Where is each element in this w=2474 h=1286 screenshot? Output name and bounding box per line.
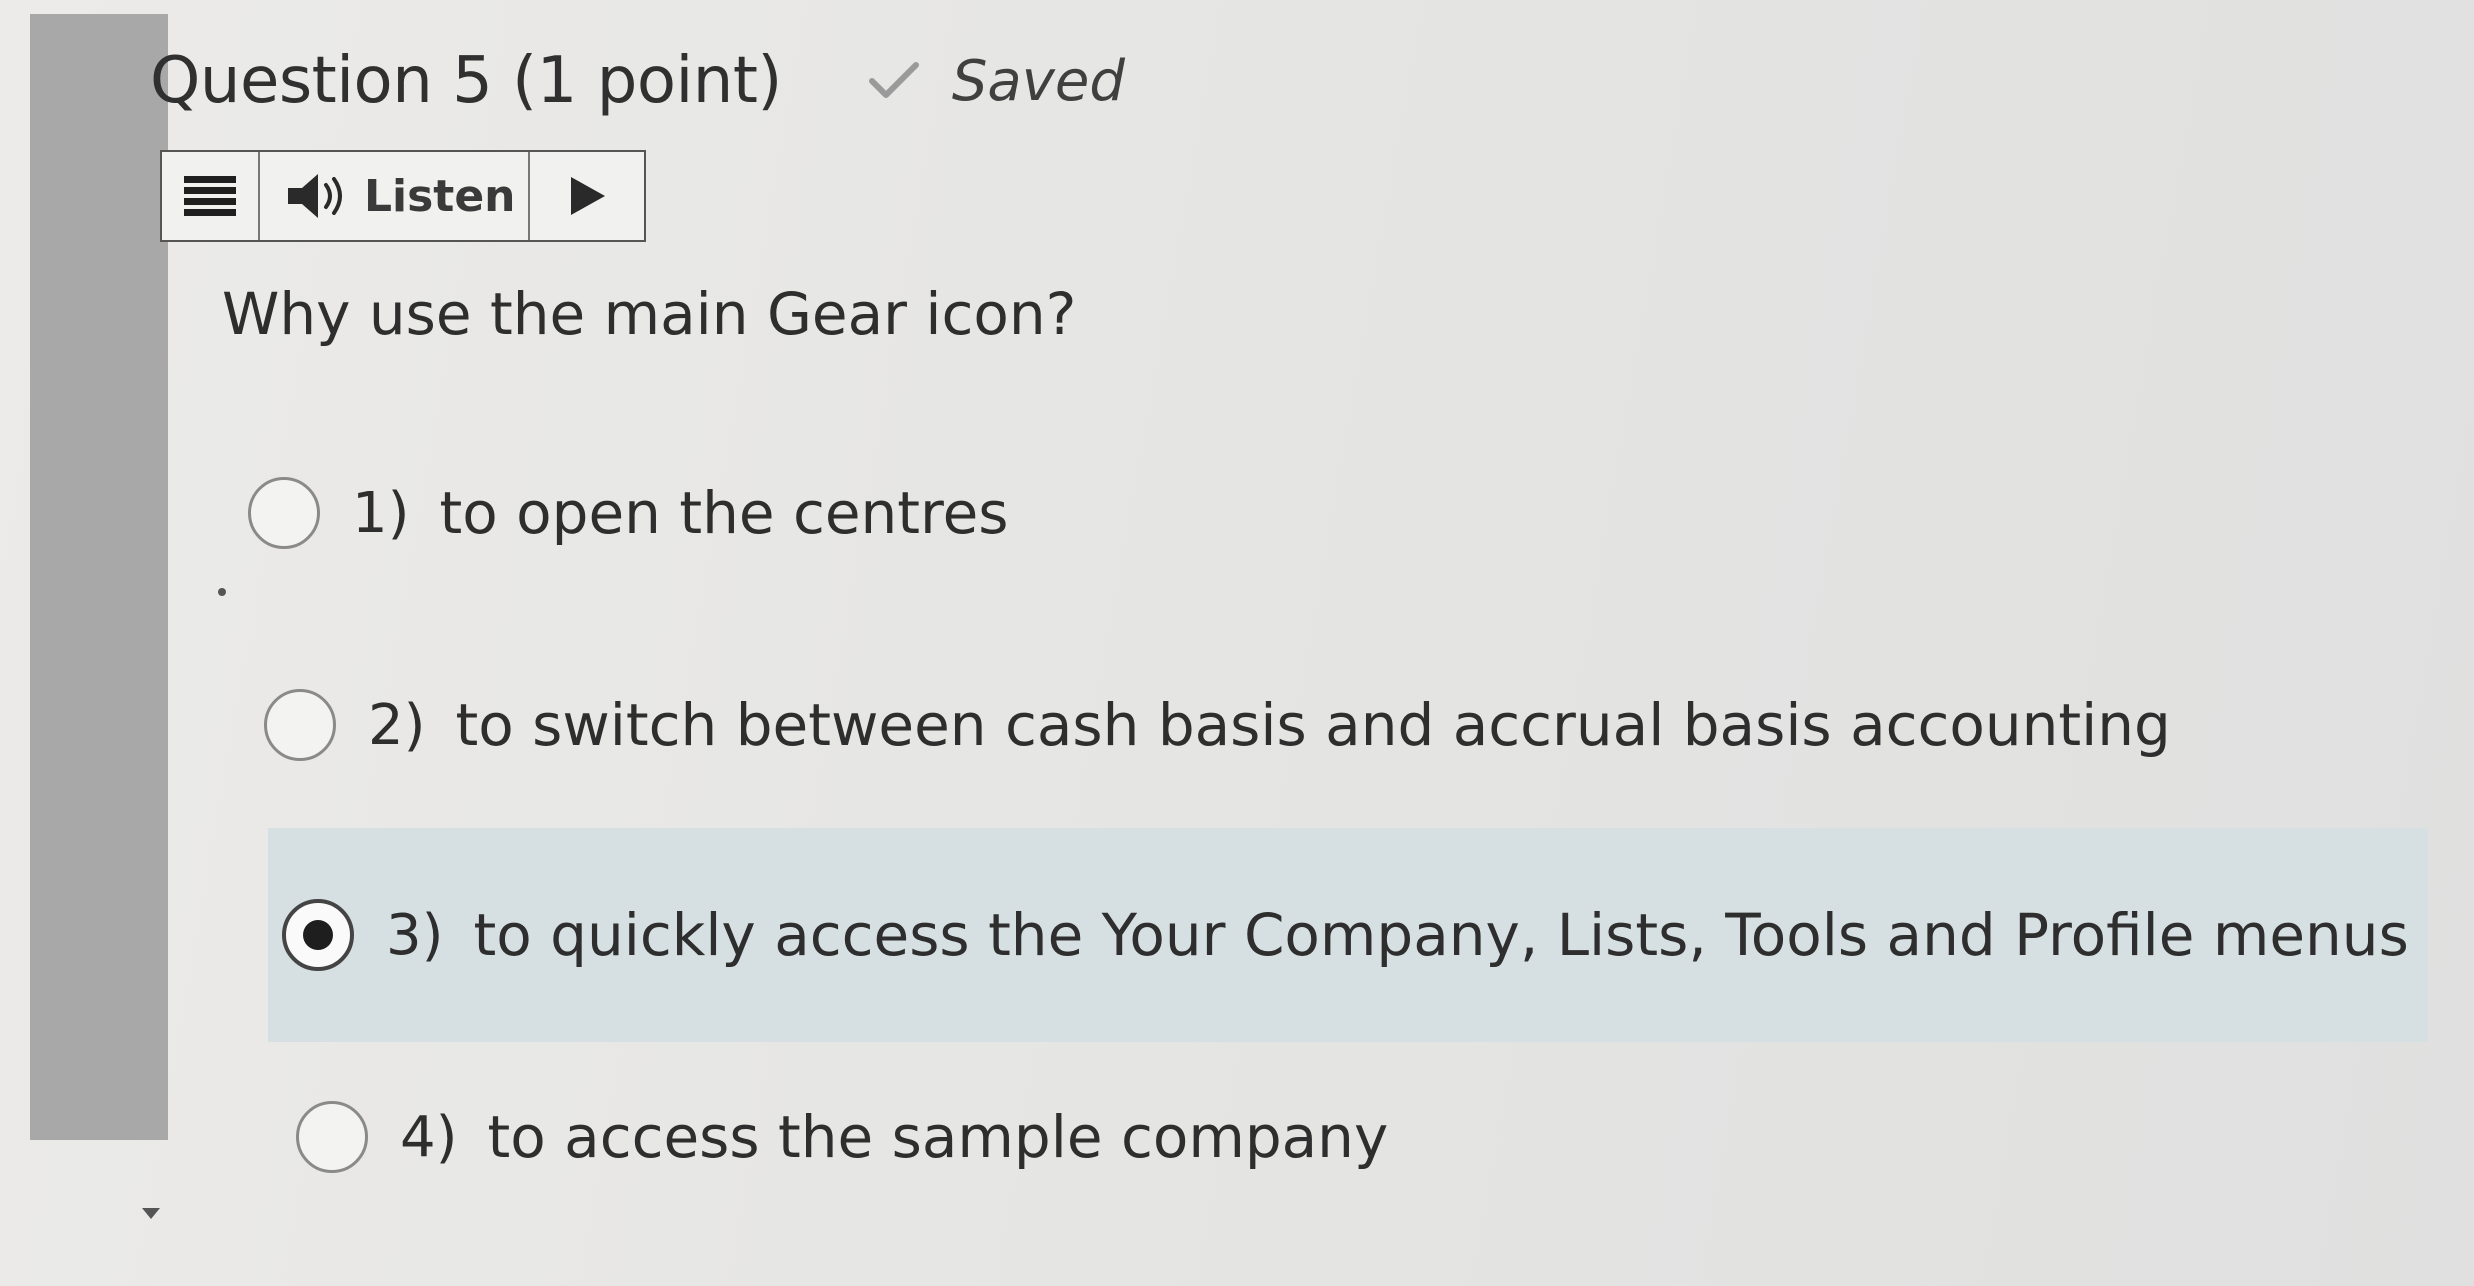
quiz-page: Question 5 (1 point) Saved Listen Why us… bbox=[0, 0, 2474, 1286]
option-label: to access the sample company bbox=[487, 1103, 1389, 1171]
option-number: 1) bbox=[352, 480, 410, 546]
radio-selected-dot bbox=[303, 920, 333, 950]
option-label: to open the centres bbox=[439, 479, 1009, 547]
answer-option-4[interactable]: 4) to access the sample company bbox=[296, 1082, 1388, 1192]
option-number: 4) bbox=[400, 1104, 458, 1170]
radio-button[interactable] bbox=[264, 689, 336, 761]
answer-option-1[interactable]: 1) to open the centres bbox=[248, 458, 1009, 568]
answer-option-2[interactable]: 2) to switch between cash basis and accr… bbox=[264, 670, 2171, 780]
option-label: to switch between cash basis and accrual… bbox=[455, 691, 2171, 759]
radio-button[interactable] bbox=[248, 477, 320, 549]
option-number: 2) bbox=[368, 692, 426, 758]
option-number: 3) bbox=[386, 902, 444, 968]
answer-option-3[interactable]: 3) to quickly access the Your Company, L… bbox=[268, 828, 2428, 1042]
answer-options: 1) to open the centres 2) to switch betw… bbox=[0, 0, 2474, 1286]
radio-button[interactable] bbox=[296, 1101, 368, 1173]
option-label: to quickly access the Your Company, List… bbox=[473, 901, 2409, 969]
radio-button-selected[interactable] bbox=[282, 899, 354, 971]
